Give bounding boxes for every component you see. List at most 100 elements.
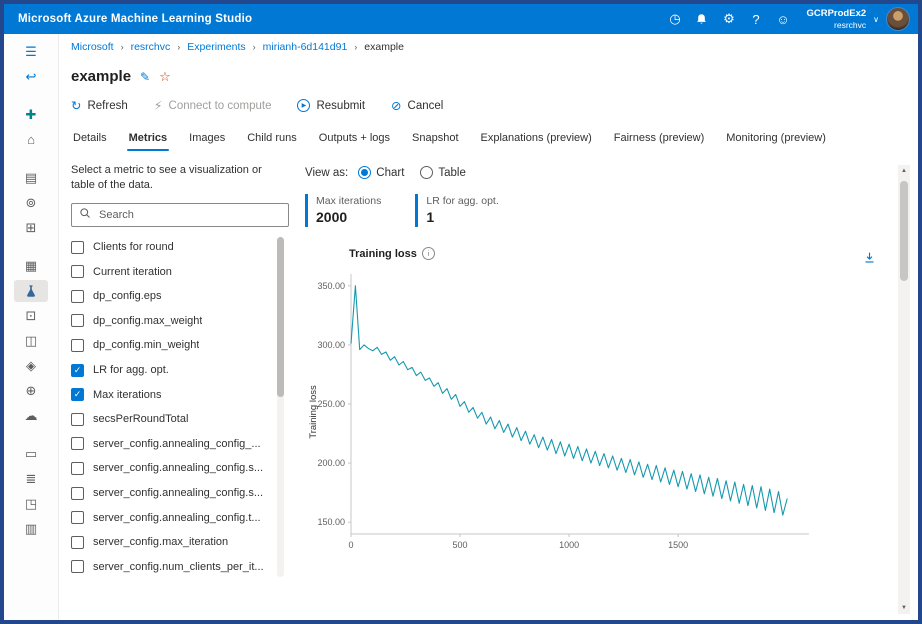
- data-labeling-icon: ◳: [25, 497, 37, 510]
- avatar[interactable]: [886, 7, 910, 31]
- tab-explanations-preview[interactable]: Explanations (preview): [479, 128, 594, 152]
- checkbox[interactable]: ✓: [71, 388, 84, 401]
- metric-row-server-config-num-clients-per-it[interactable]: server_config.num_clients_per_it...: [71, 555, 271, 580]
- tab-snapshot[interactable]: Snapshot: [410, 128, 460, 152]
- metric-row-server-config-annealing-config-s[interactable]: server_config.annealing_config.s...: [71, 456, 271, 481]
- sidebar-item-environments[interactable]: ☁: [14, 405, 48, 427]
- command-label: Connect to compute: [169, 100, 272, 112]
- account-info[interactable]: GCRProdEx2 resrchvc: [806, 8, 866, 30]
- metric-row-server-config-annealing-config[interactable]: server_config.annealing_config_...: [71, 432, 271, 457]
- sidebar-item-datastores[interactable]: ≣: [14, 468, 48, 490]
- checkbox[interactable]: [71, 290, 84, 303]
- run-details-page: example ✎ ☆ ↻Refresh ⚡Connect to compute ▶…: [59, 60, 918, 620]
- metric-row-current-iteration[interactable]: Current iteration: [71, 259, 271, 284]
- search-input[interactable]: [97, 208, 281, 222]
- metric-row-clients-for-round[interactable]: Clients for round: [71, 235, 271, 260]
- breadcrumb-item-experiments[interactable]: Experiments: [187, 41, 245, 53]
- radio-icon: [420, 166, 433, 179]
- metric-row-dp-config-eps[interactable]: dp_config.eps: [71, 284, 271, 309]
- checkbox[interactable]: [71, 314, 84, 327]
- resubmit-button[interactable]: ▶Resubmit: [297, 99, 365, 112]
- metric-row-dp-config-min-weight[interactable]: dp_config.min_weight: [71, 333, 271, 358]
- sidebar-item-endpoints[interactable]: ⊕: [14, 380, 48, 402]
- scrollbar-thumb[interactable]: [900, 181, 908, 281]
- feedback-icon[interactable]: ☺: [769, 4, 796, 34]
- help-icon[interactable]: ?: [742, 4, 769, 34]
- scroll-down-icon[interactable]: ▼: [901, 605, 907, 611]
- metric-list-scrollbar[interactable]: [277, 237, 284, 577]
- tab-metrics[interactable]: Metrics: [127, 128, 170, 152]
- tab-details[interactable]: Details: [71, 128, 109, 152]
- edit-pencil-icon[interactable]: ✎: [140, 70, 150, 84]
- favorite-star-icon[interactable]: ☆: [159, 69, 171, 85]
- tab-images[interactable]: Images: [187, 128, 227, 152]
- refresh-button[interactable]: ↻Refresh: [71, 98, 128, 113]
- sidebar-item-collapse[interactable]: ↩: [14, 66, 48, 88]
- metric-label: Max iterations: [93, 389, 161, 401]
- notifications-icon[interactable]: [688, 4, 715, 34]
- sidebar-item-menu[interactable]: ☰: [14, 41, 48, 63]
- metric-label: server_config.num_clients_per_it...: [93, 561, 264, 573]
- sidebar-item-datasets[interactable]: ▦: [14, 255, 48, 277]
- metric-row-max-iterations[interactable]: ✓ Max iterations: [71, 382, 271, 407]
- checkbox[interactable]: [71, 339, 84, 352]
- sidebar-item-new[interactable]: ✚: [14, 104, 48, 126]
- home-icon: ⌂: [27, 133, 35, 146]
- checkbox[interactable]: ✓: [71, 364, 84, 377]
- sidebar-item-automated-ml[interactable]: ⊚: [14, 192, 48, 214]
- cancel-button[interactable]: ⊘Cancel: [391, 98, 443, 113]
- checkbox[interactable]: [71, 487, 84, 500]
- sidebar-item-linked-services[interactable]: ▥: [14, 518, 48, 540]
- checkbox[interactable]: [71, 437, 84, 450]
- checkbox[interactable]: [71, 536, 84, 549]
- metric-card-max-iterations: Max iterations2000: [305, 194, 393, 227]
- checkbox[interactable]: [71, 560, 84, 573]
- page-scrollbar[interactable]: ▲ ▼: [898, 165, 910, 614]
- breadcrumb-item-example: example: [364, 41, 404, 53]
- radio-chart[interactable]: Chart: [358, 166, 404, 179]
- notebooks-icon: ▤: [25, 171, 37, 184]
- metric-row-server-config-annealing-config-t[interactable]: server_config.annealing_config.t...: [71, 505, 271, 530]
- checkbox[interactable]: [71, 413, 84, 426]
- scrollbar-thumb[interactable]: [277, 237, 284, 397]
- tab-outputs-logs[interactable]: Outputs + logs: [317, 128, 392, 152]
- tab-child-runs[interactable]: Child runs: [245, 128, 299, 152]
- command-label: Cancel: [408, 100, 444, 112]
- download-icon[interactable]: [863, 251, 876, 264]
- title-row: example ✎ ☆: [71, 68, 910, 85]
- metrics-workspace: Select a metric to see a visualization o…: [71, 163, 910, 620]
- tab-monitoring-preview[interactable]: Monitoring (preview): [724, 128, 828, 152]
- metric-row-secsperroundtotal[interactable]: secsPerRoundTotal: [71, 407, 271, 432]
- sidebar-item-compute[interactable]: ▭: [14, 443, 48, 465]
- breadcrumb-item-mirianh-6d141d91[interactable]: mirianh-6d141d91: [263, 41, 348, 53]
- breadcrumb-item-microsoft[interactable]: Microsoft: [71, 41, 114, 53]
- history-icon[interactable]: ◷: [661, 4, 688, 34]
- breadcrumb-item-resrchvc[interactable]: resrchvc: [131, 41, 171, 53]
- metric-row-lr-for-agg-opt[interactable]: ✓LR for agg. opt.: [71, 358, 271, 383]
- metric-row-server-config-max-iteration[interactable]: server_config.max_iteration: [71, 530, 271, 555]
- sidebar-item-components[interactable]: ⊡: [14, 305, 48, 327]
- info-icon[interactable]: i: [422, 247, 435, 260]
- checkbox[interactable]: [71, 511, 84, 524]
- chart-title: Training loss: [349, 248, 417, 260]
- sidebar-item-designer[interactable]: ⊞: [14, 217, 48, 239]
- tab-fairness-preview[interactable]: Fairness (preview): [612, 128, 706, 152]
- checkbox[interactable]: [71, 265, 84, 278]
- breadcrumb-separator: ›: [177, 42, 180, 52]
- scroll-up-icon[interactable]: ▲: [901, 168, 907, 174]
- sidebar-item-pipelines[interactable]: ◫: [14, 330, 48, 352]
- metric-row-server-config-annealing-config-s[interactable]: server_config.annealing_config.s...: [71, 481, 271, 506]
- radio-table[interactable]: Table: [420, 166, 466, 179]
- metric-row-dp-config-max-weight[interactable]: dp_config.max_weight: [71, 309, 271, 334]
- sidebar-item-experiments[interactable]: [14, 280, 48, 302]
- sidebar-item-models[interactable]: ◈: [14, 355, 48, 377]
- sidebar-item-home[interactable]: ⌂: [14, 129, 48, 151]
- checkbox[interactable]: [71, 241, 84, 254]
- sidebar-item-notebooks[interactable]: ▤: [14, 167, 48, 189]
- chevron-down-icon[interactable]: ∨: [873, 15, 879, 24]
- connect-to-compute-button[interactable]: ⚡Connect to compute: [154, 98, 272, 113]
- sidebar-item-data-labeling[interactable]: ◳: [14, 493, 48, 515]
- metric-search-box[interactable]: [71, 203, 289, 227]
- settings-icon[interactable]: ⚙: [715, 4, 742, 34]
- checkbox[interactable]: [71, 462, 84, 475]
